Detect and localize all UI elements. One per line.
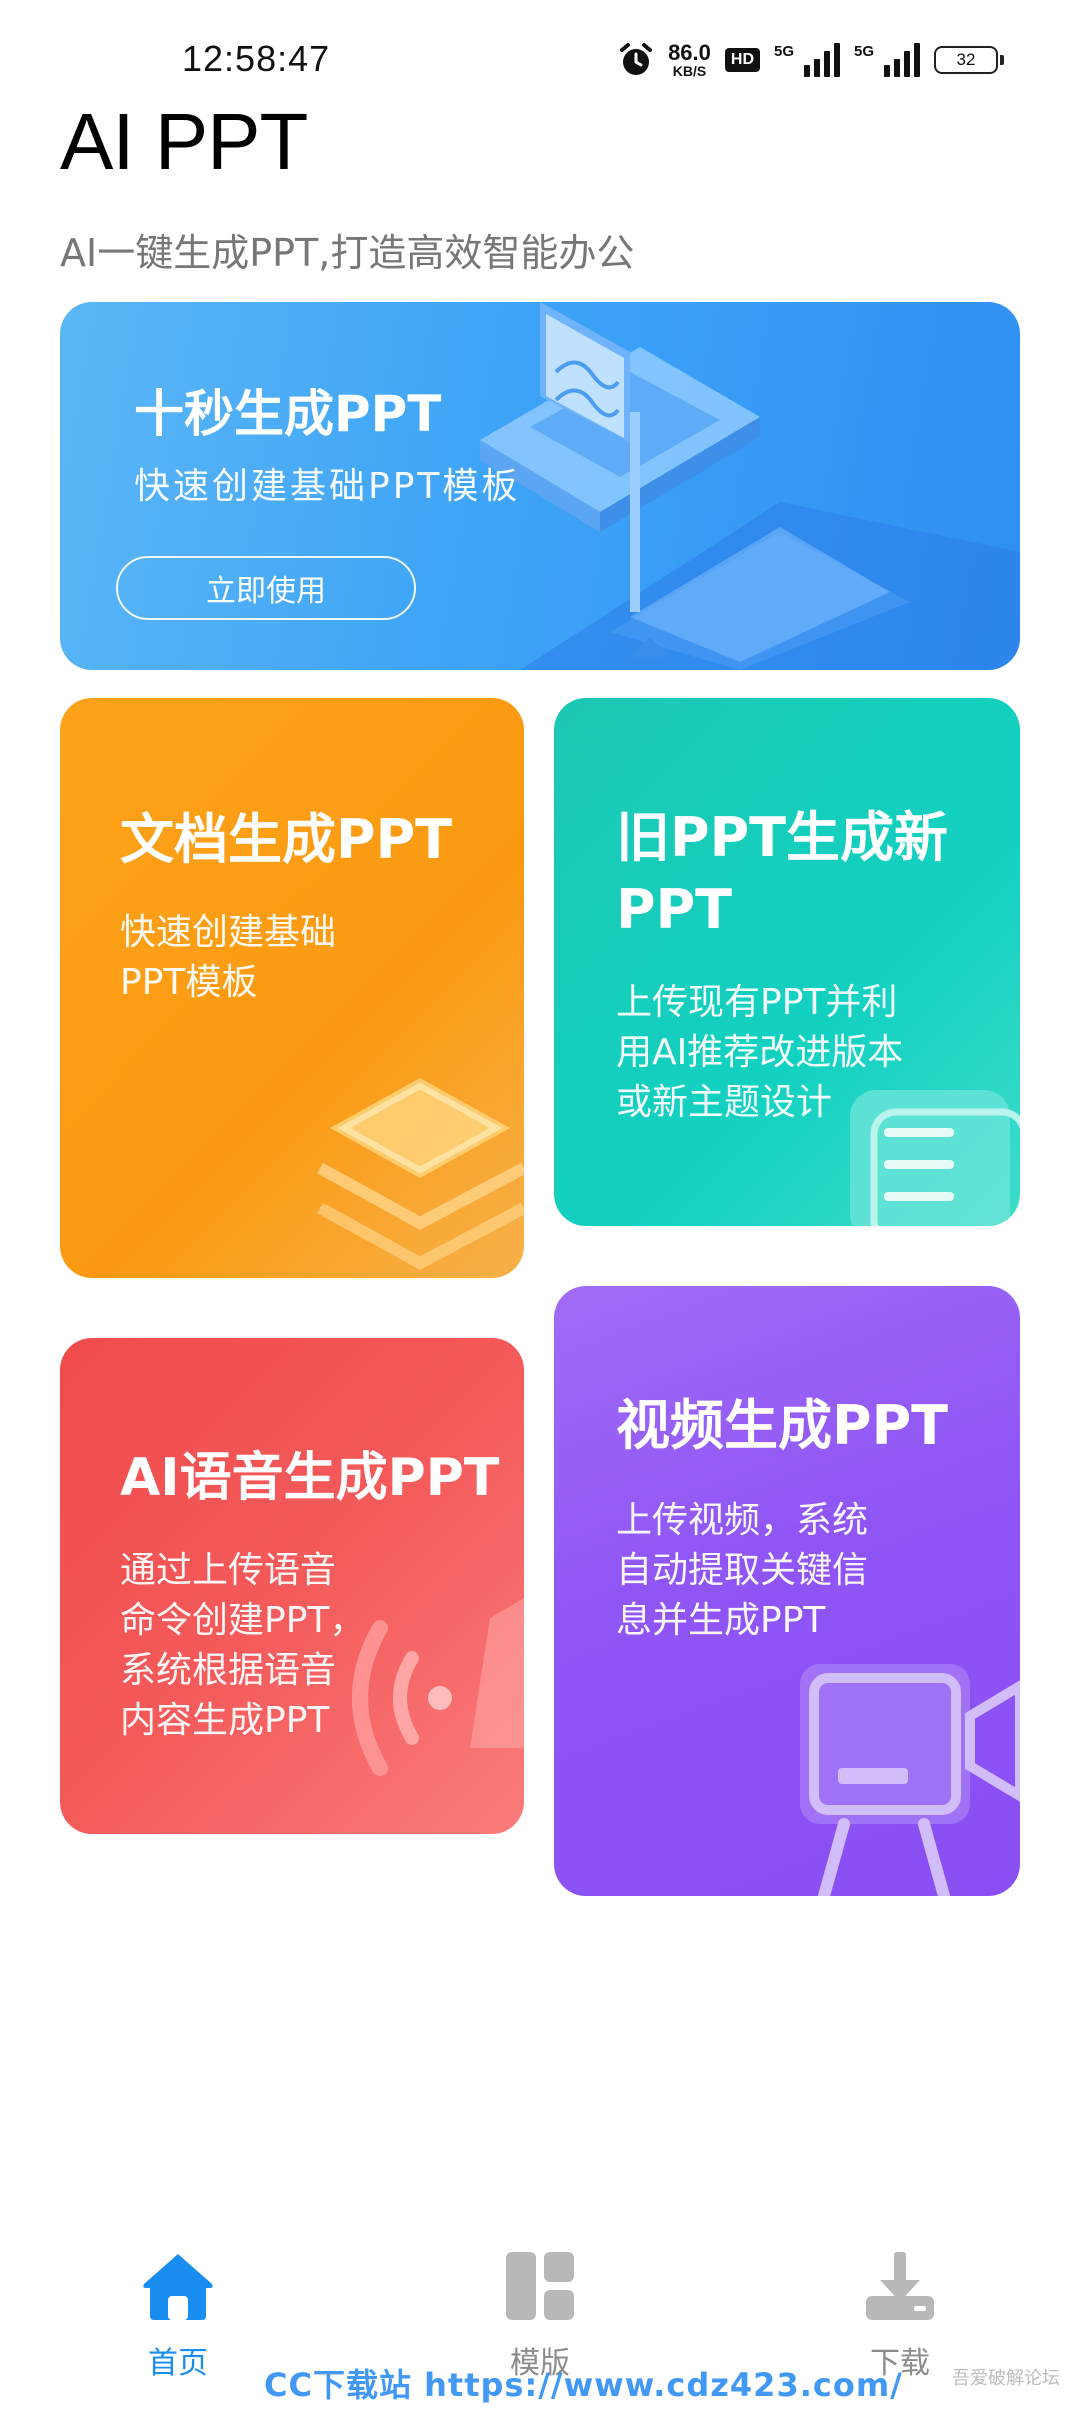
signal-icon: 5G	[774, 43, 840, 77]
signal-label-2: 5G	[854, 43, 875, 60]
status-icons: 86.0 KB/S HD 5G 5G 32	[618, 40, 1004, 80]
home-icon	[143, 2254, 213, 2320]
net-speed: 86.0 KB/S	[668, 40, 711, 79]
hd-badge: HD	[724, 48, 760, 72]
battery-level: 32	[956, 50, 976, 69]
old-ppt-to-new-card[interactable]: 旧PPT生成新 PPT 上传现有PPT并利 用AI推荐改进版本 或新主题设计	[554, 698, 1020, 1226]
voice-card-description: 通过上传语音 命令创建PPT， 系统根据语音 内容生成PPT	[120, 1550, 366, 1741]
document-icon	[850, 1090, 1020, 1226]
watermark: CC下载站 https://www.cdz423.com/	[264, 2366, 903, 2404]
banner-description: 快速创建基础PPT模板	[134, 466, 521, 507]
signal-icon-2: 5G	[854, 43, 920, 77]
voice-card-title: AI语音生成PPT	[120, 1448, 500, 1508]
old-card-title: 旧PPT生成新 PPT	[616, 806, 948, 941]
video-card-description: 上传视频，系统 自动提取关键信 息并生成PPT	[616, 1500, 869, 1641]
doc-card-title: 文档生成PPT	[120, 808, 452, 871]
video-card-title: 视频生成PPT	[616, 1394, 948, 1457]
signal-label: 5G	[774, 43, 795, 60]
quick-ppt-banner[interactable]: 十秒生成PPT 快速创建基础PPT模板 立即使用	[60, 302, 1020, 670]
app-subtitle: AI一键生成PPT,打造高效智能办公	[60, 231, 635, 275]
download-icon	[866, 2252, 934, 2320]
banner-title: 十秒生成PPT	[134, 385, 442, 443]
battery-icon: 32	[934, 46, 1004, 74]
video-camera-icon	[800, 1664, 1020, 1896]
net-speed-unit: KB/S	[672, 63, 707, 79]
alarm-icon	[620, 43, 653, 75]
presentation-board-icon	[480, 302, 1020, 670]
doc-card-description: 快速创建基础 PPT模板	[120, 912, 337, 1003]
nav-label-home: 首页	[148, 2346, 208, 2381]
nav-item-home[interactable]: 首页	[78, 2248, 278, 2382]
use-now-button[interactable]: 立即使用	[116, 556, 416, 620]
net-speed-value: 86.0	[668, 40, 711, 65]
app-title: AI PPT	[60, 97, 308, 186]
status-bar: 12:58:47 86.0 KB/S HD 5G 5G 32	[0, 0, 1080, 110]
grid-icon	[506, 2252, 574, 2320]
sound-wave-icon	[352, 1598, 524, 1776]
doc-to-ppt-card[interactable]: 文档生成PPT 快速创建基础 PPT模板	[60, 698, 524, 1278]
status-time: 12:58:47	[182, 38, 331, 79]
video-to-ppt-card[interactable]: 视频生成PPT 上传视频，系统 自动提取关键信 息并生成PPT	[554, 1286, 1020, 1896]
voice-to-ppt-card[interactable]: AI语音生成PPT 通过上传语音 命令创建PPT， 系统根据语音 内容生成PPT	[60, 1338, 524, 1834]
corner-watermark: 吾爱破解论坛	[952, 2368, 1060, 2389]
layers-icon	[317, 1078, 524, 1270]
